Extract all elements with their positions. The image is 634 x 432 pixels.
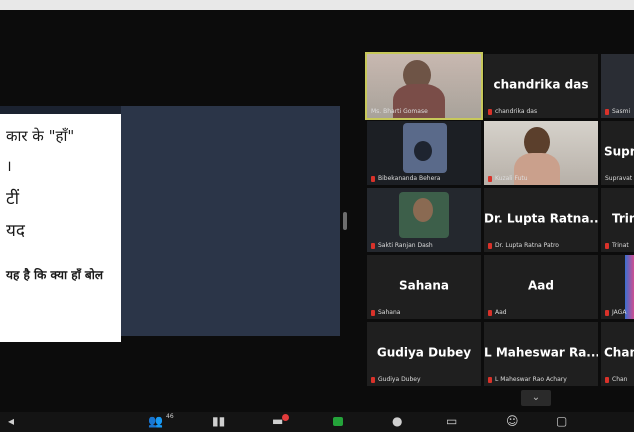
participant-face [413,198,433,222]
participant-name-text: Aad [495,309,507,316]
participant-name-label: Gudiya Dubey [371,376,421,383]
participant-tile[interactable]: Dr. Lupta Ratna... Dr. Lupta Ratna Patro [484,188,598,252]
participant-display-name: Supra [604,144,634,159]
participant-tile[interactable]: Sasmi [601,54,634,118]
mic-muted-icon [371,175,375,182]
participant-name-text: Sahana [378,309,401,316]
mic-muted-icon [605,242,609,249]
mic-muted-icon [488,108,492,115]
participant-display-name: Chan [604,345,634,360]
participant-tile[interactable]: Aad Aad [484,255,598,319]
participant-name-text: JAGA [612,309,627,316]
mic-muted-icon [605,108,609,115]
presentation-slide: कार के "हाँ" । टीं यद यह है कि क्या हाँ … [0,114,121,342]
participant-name-label: Trinat [605,242,629,249]
participant-display-name: Aad [528,278,554,293]
participant-name-label: Ms. Bharti Gomase [371,108,428,115]
participant-name-text: Gudiya Dubey [378,376,421,383]
mic-muted-icon [605,309,609,316]
participant-display-name: Trin [612,211,634,226]
participant-tile[interactable]: Sakti Ranjan Dash [367,188,481,252]
record-icon[interactable]: ● [392,414,402,428]
participant-tile[interactable]: Ms. Bharti Gomase [365,52,483,120]
participant-display-name: Sahana [398,278,450,293]
mic-muted-icon [488,309,492,316]
split-view-resize-handle[interactable] [343,212,347,230]
participant-tile[interactable]: Sahana Sahana [367,255,481,319]
participant-tile[interactable]: Supra Supravat [601,121,634,185]
participant-name-label: Bibekananda Behera [371,175,440,182]
participant-tile[interactable]: chandrika das chandrika das [484,54,598,118]
participant-display-name: Gudiya Dubey [376,345,472,360]
participant-display-name: chandrika das [493,77,589,92]
participant-name-text: Sakti Ranjan Dash [378,242,433,249]
meeting-toolbar: ◂ 👥 46 ▮▮ ▬ ● ▭ ☺ ▢ [0,412,634,432]
slide-text-line-5: यह है कि क्या हाँ बोल [6,268,103,282]
polls-icon[interactable]: ▮▮ [212,414,225,428]
shared-screen-blank-area [121,106,340,336]
participant-name-label: JAGA [605,309,626,316]
participant-name-label: Dr. Lupta Ratna Patro [488,242,559,249]
participant-name-text: Sasmi [612,108,631,115]
mic-muted-icon [371,309,375,316]
mic-muted-icon [488,242,492,249]
mic-muted-icon [605,376,609,383]
gallery-collapse-chevron-icon[interactable]: ⌄ [521,390,551,406]
participant-name-text: L Maheswar Rao Achary [495,376,567,383]
participant-tile[interactable]: Bibekananda Behera [367,121,481,185]
mic-muted-icon [488,175,492,182]
participant-tile[interactable]: Trin Trinat [601,188,634,252]
slide-text-line-3: टीं [6,189,19,209]
shared-screen: कार के "हाँ" । टीं यद यह है कि क्या हाँ … [0,106,340,342]
participant-tile[interactable]: L Maheswar Ra... L Maheswar Rao Achary [484,322,598,386]
participant-tile[interactable]: Kuzali Futu [484,121,598,185]
participant-name-label: Aad [488,309,507,316]
participant-name-text: chandrika das [495,108,538,115]
screen-glare-top [0,0,634,10]
participant-name-text: Bibekananda Behera [378,175,441,182]
chat-notification-badge [282,414,289,421]
participant-name-text: Trinat [612,242,629,249]
participant-name-label: chandrika das [488,108,537,115]
participant-tile[interactable]: JAGA [601,255,634,319]
participants-icon[interactable]: 👥 [148,414,163,428]
participant-name-text: Chan [612,376,628,383]
mic-muted-icon [371,242,375,249]
slide-text-line-2: । [6,157,12,175]
participant-name-label: Sahana [371,309,400,316]
participant-name-text: Dr. Lupta Ratna Patro [495,242,559,249]
participant-name-text: Kuzali Futu [495,175,528,182]
participants-count: 46 [166,413,174,420]
share-screen-icon[interactable] [333,417,343,426]
slide-text-line-4: यद [6,221,25,241]
participant-name-label: L Maheswar Rao Achary [488,376,567,383]
participant-tile[interactable]: Gudiya Dubey Gudiya Dubey [367,322,481,386]
participant-face [414,141,432,161]
participant-name-label: Sasmi [605,108,630,115]
zoom-meeting-window: कार के "हाँ" । टीं यद यह है कि क्या हाँ … [0,0,634,432]
closed-caption-icon[interactable]: ▭ [446,414,457,428]
audio-control-icon[interactable]: ◂ [8,414,14,428]
mic-muted-icon [371,376,375,383]
participant-name-label: Kuzali Futu [488,175,528,182]
participant-tile[interactable]: Chan Chan [601,322,634,386]
participant-name-label: Chan [605,376,627,383]
participant-display-name: Dr. Lupta Ratna... [484,211,598,226]
participant-name-label: Supravat [605,175,633,182]
apps-icon[interactable]: ▢ [556,414,567,428]
mic-muted-icon [488,376,492,383]
reactions-icon[interactable]: ☺ [506,414,519,428]
slide-text-line-1: कार के "हाँ" [6,127,75,145]
participant-display-name: L Maheswar Ra... [484,345,598,360]
participant-name-label: Sakti Ranjan Dash [371,242,433,249]
